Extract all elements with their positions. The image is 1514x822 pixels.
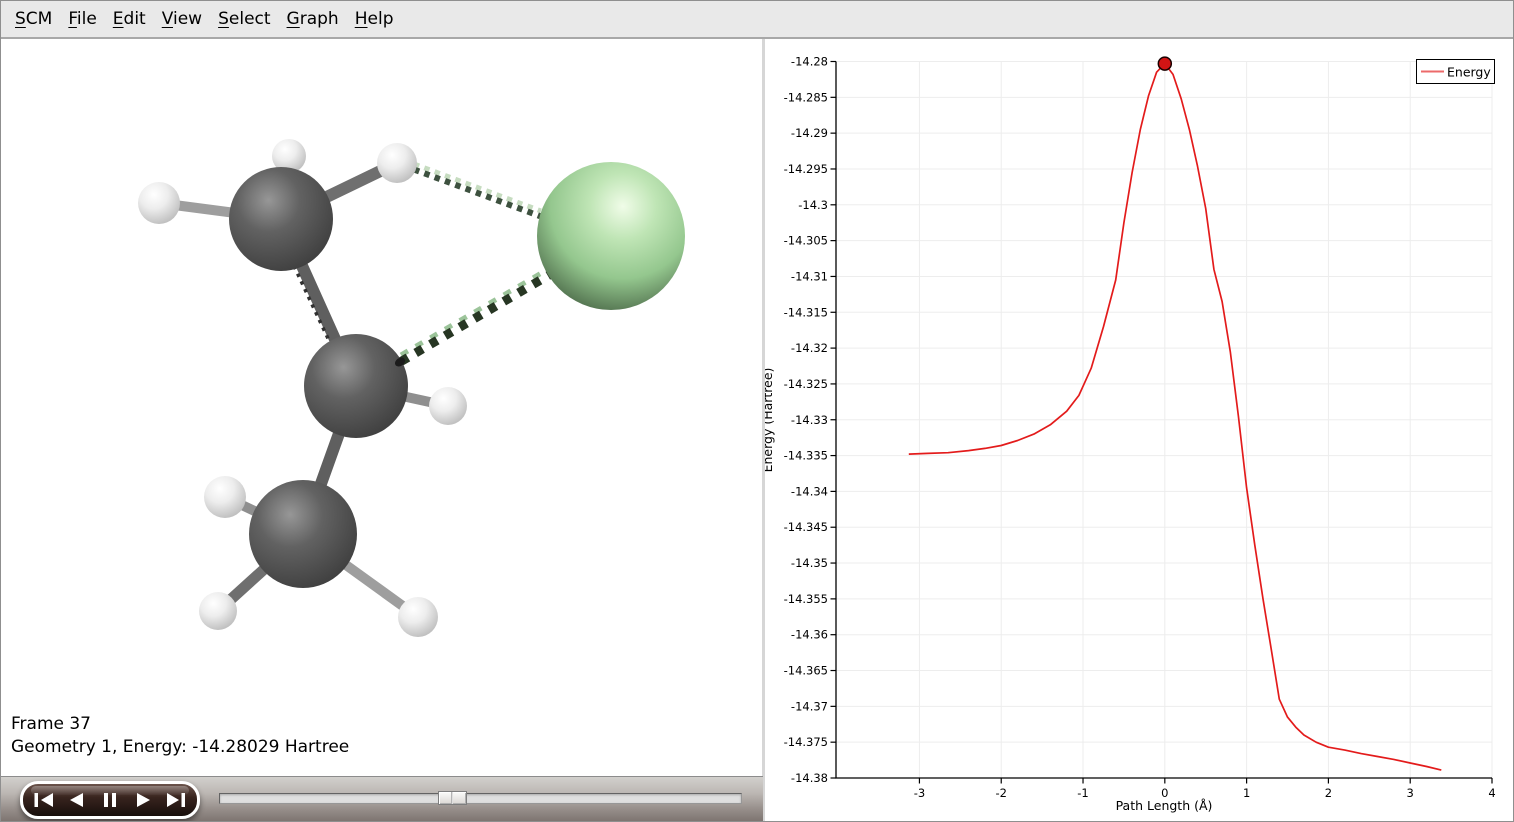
y-tick-label: -14.335 — [784, 449, 828, 463]
y-tick-label: -14.32 — [791, 341, 828, 355]
y-tick-label: -14.375 — [784, 735, 828, 749]
energy-chart-panel: -14.28 -14.285 -14.29 -14.295 -14.3 -14.305 -1… — [765, 39, 1514, 822]
legend-label: Energy — [1447, 65, 1491, 80]
coordination-bond — [401, 275, 550, 362]
y-tick-label: -14.285 — [784, 90, 828, 104]
y-tick-label: -14.38 — [791, 771, 828, 785]
play-right-icon — [132, 793, 154, 807]
menu-item-view[interactable]: View — [162, 9, 202, 29]
play-backward-button[interactable] — [65, 792, 89, 808]
energy-curve — [909, 64, 1442, 771]
y-tick-label: -14.305 — [784, 234, 828, 248]
frame-slider-handle[interactable] — [438, 791, 467, 805]
x-tick-label: -2 — [995, 786, 1006, 800]
menu-item-file[interactable]: File — [68, 9, 96, 29]
coordination-bond-light — [401, 268, 550, 355]
y-tick-label: -14.345 — [784, 520, 828, 534]
atom-hydrogen[interactable] — [138, 182, 180, 224]
molecule-viewer[interactable]: Frame 37 Geometry 1, Energy: -14.28029 H… — [1, 39, 763, 776]
y-tick-label: -14.365 — [784, 664, 828, 678]
y-tick-label: -14.28 — [791, 55, 828, 69]
skip-to-start-icon — [33, 793, 55, 807]
last-frame-button[interactable] — [164, 792, 188, 808]
y-tick-label: -14.295 — [784, 162, 828, 176]
menu-item-select[interactable]: Select — [218, 9, 270, 29]
y-tick-label: -14.315 — [784, 305, 828, 319]
y-tick-label: -14.3 — [798, 198, 828, 212]
x-tick-label: -1 — [1077, 786, 1088, 800]
y-tick-label: -14.36 — [791, 628, 828, 642]
y-axis-title: Energy (Hartree) — [765, 368, 775, 473]
x-axis-title: Path Length (Å) — [1116, 798, 1213, 813]
adfmovie-window: SCM File Edit View Select Graph Help Frame 37 … — [0, 0, 1514, 822]
x-tick-label: -3 — [914, 786, 925, 800]
current-frame-marker[interactable] — [1158, 57, 1171, 70]
y-tick-label: -14.325 — [784, 377, 828, 391]
atom-hydrogen[interactable] — [377, 143, 417, 183]
y-tick-label: -14.355 — [784, 592, 828, 606]
frame-slider[interactable] — [219, 793, 742, 804]
atom-green[interactable] — [537, 162, 685, 310]
play-forward-button[interactable] — [131, 792, 155, 808]
coordination-bond-light — [414, 164, 541, 211]
atom-hydrogen[interactable] — [429, 387, 467, 425]
y-tick-label: -14.29 — [791, 126, 828, 140]
playback-controls — [20, 781, 200, 819]
playback-bar — [1, 776, 763, 822]
y-tick-label: -14.31 — [791, 269, 828, 283]
molecule-3d-view[interactable] — [1, 39, 763, 776]
x-tick-label: 1 — [1243, 786, 1250, 800]
menu-item-edit[interactable]: Edit — [113, 9, 146, 29]
skip-to-end-icon — [165, 793, 187, 807]
energy-plot[interactable]: -14.28 -14.285 -14.29 -14.295 -14.3 -14.305 -1… — [765, 39, 1514, 822]
atom-hydrogen[interactable] — [199, 592, 237, 630]
x-tick-label: 4 — [1488, 786, 1495, 800]
coordination-bond — [414, 170, 541, 217]
geometry-status: Geometry 1, Energy: -14.28029 Hartree — [11, 736, 349, 759]
atom-carbon[interactable] — [304, 334, 408, 438]
atom-carbon[interactable] — [229, 167, 333, 271]
menu-bar: SCM File Edit View Select Graph Help — [1, 1, 1513, 39]
y-tick-label: -14.37 — [791, 699, 828, 713]
menu-item-scm[interactable]: SCM — [15, 9, 52, 29]
pause-icon — [99, 793, 121, 807]
y-tick-label: -14.34 — [791, 484, 828, 498]
y-tick-label: -14.33 — [791, 413, 828, 427]
x-tick-label: 3 — [1407, 786, 1414, 800]
menu-item-graph[interactable]: Graph — [287, 9, 339, 29]
atom-hydrogen[interactable] — [204, 476, 246, 518]
x-tick-label: 2 — [1325, 786, 1332, 800]
frame-status: Frame 37 — [11, 713, 349, 736]
play-left-icon — [66, 793, 88, 807]
atom-carbon[interactable] — [249, 480, 357, 588]
y-tick-label: -14.35 — [791, 556, 828, 570]
pause-button[interactable] — [98, 792, 122, 808]
status-text: Frame 37 Geometry 1, Energy: -14.28029 H… — [11, 713, 349, 759]
menu-item-help[interactable]: Help — [355, 9, 394, 29]
atom-hydrogen[interactable] — [398, 597, 438, 637]
first-frame-button[interactable] — [32, 792, 56, 808]
